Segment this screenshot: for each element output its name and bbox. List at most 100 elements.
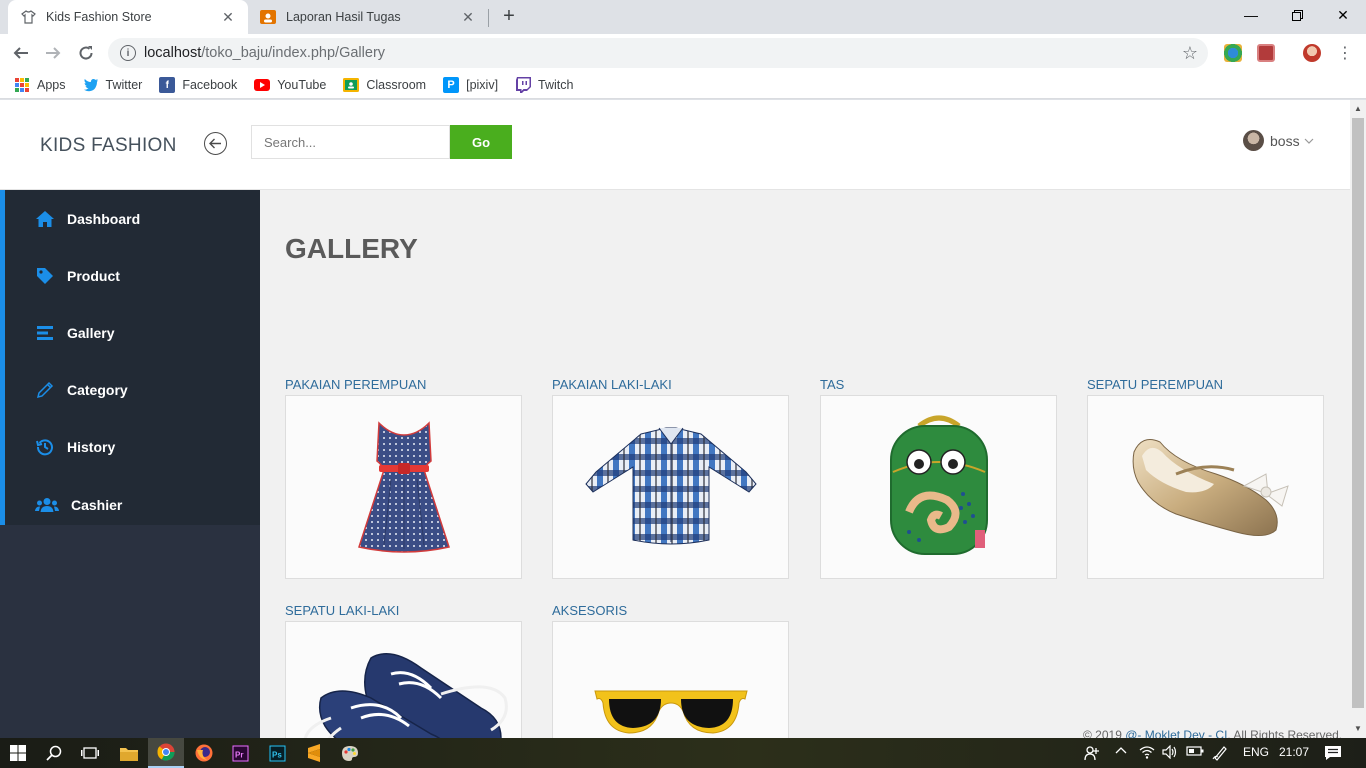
sidebar-item-label: Category — [67, 382, 128, 399]
browser-tab-active[interactable]: Kids Fashion Store ✕ — [8, 0, 248, 34]
sidebar-item-dashboard[interactable]: Dashboard — [5, 190, 260, 247]
language-indicator[interactable]: ENG — [1243, 745, 1269, 759]
gallery-image-sunglasses[interactable] — [552, 621, 789, 738]
tab-title: Kids Fashion Store — [46, 10, 152, 24]
youtube-icon — [254, 77, 271, 93]
profile-avatar-icon[interactable] — [1303, 44, 1321, 62]
tab-title: Laporan Hasil Tugas — [286, 10, 401, 24]
pen-ink-icon[interactable] — [1212, 745, 1228, 764]
gallery-item-tas[interactable]: TAS — [820, 377, 1058, 579]
gallery-item-label[interactable]: AKSESORIS — [552, 603, 790, 619]
new-tab-button[interactable]: + — [498, 5, 520, 29]
file-explorer-icon[interactable] — [111, 738, 147, 768]
gallery-item-label[interactable]: PAKAIAN LAKI-LAKI — [552, 377, 790, 393]
window-close-icon[interactable]: ✕ — [1320, 0, 1366, 30]
gallery-image-shirt[interactable] — [552, 395, 789, 579]
main-content: GALLERY PAKAIAN PEREMPUAN PAKAIAN LAKI-L… — [260, 190, 1350, 738]
gallery-image-dress[interactable] — [285, 395, 522, 579]
chrome-taskbar-icon[interactable] — [148, 738, 184, 768]
sidebar-item-gallery[interactable]: Gallery — [5, 304, 260, 361]
back-arrow-icon[interactable] — [8, 40, 34, 66]
gallery-item-label[interactable]: SEPATU LAKI-LAKI — [285, 603, 523, 619]
sidebar-item-product[interactable]: Product — [5, 247, 260, 304]
people-icon[interactable] — [1084, 745, 1100, 764]
photoshop-icon[interactable]: Ps — [259, 738, 295, 768]
bookmark-label: Facebook — [182, 78, 238, 92]
paint-icon[interactable] — [332, 738, 368, 768]
site-info-icon[interactable]: i — [120, 45, 136, 61]
page-scrollbar[interactable]: ▲ ▼ — [1350, 100, 1366, 738]
bookmark-classroom[interactable]: Classroom — [343, 77, 426, 93]
top-navbar: KIDS FASHION Go boss — [0, 100, 1350, 190]
gallery-image-girl-shoe[interactable] — [1087, 395, 1324, 579]
sidebar-item-label: History — [67, 439, 116, 456]
bookmarks-bar: Apps Twitter f Facebook YouTube Classroo… — [0, 72, 1366, 99]
gallery-item-sepatu-perempuan[interactable]: SEPATU PEREMPUAN — [1087, 377, 1325, 579]
gallery-item-label[interactable]: PAKAIAN PEREMPUAN — [285, 377, 523, 393]
forward-arrow-icon[interactable] — [40, 40, 66, 66]
scroll-down-arrow-icon[interactable]: ▼ — [1354, 724, 1362, 733]
battery-icon[interactable] — [1186, 745, 1204, 760]
windows-start-icon[interactable] — [0, 738, 36, 768]
bookmark-facebook[interactable]: f Facebook — [159, 77, 237, 93]
scroll-up-arrow-icon[interactable]: ▲ — [1354, 104, 1362, 113]
volume-icon[interactable] — [1162, 744, 1178, 762]
search-go-button[interactable]: Go — [450, 125, 512, 159]
firefox-icon[interactable] — [186, 738, 222, 768]
sidebar-item-cashier[interactable]: Cashier — [5, 476, 260, 533]
bookmark-apps[interactable]: Apps — [14, 77, 66, 93]
bookmark-star-icon[interactable]: ☆ — [1182, 43, 1198, 64]
reload-icon[interactable] — [73, 40, 99, 66]
restore-icon[interactable] — [1274, 0, 1320, 30]
bookmark-label: Twitter — [105, 78, 143, 92]
web-page: KIDS FASHION Go boss Dashboard — [0, 100, 1350, 738]
notifications-icon[interactable] — [1324, 745, 1342, 764]
history-icon — [34, 437, 56, 457]
page-footer: © 2019 @- Moklet Dev - CI. All Rights Re… — [1083, 728, 1342, 738]
bookmark-youtube[interactable]: YouTube — [254, 77, 326, 93]
home-icon — [34, 209, 56, 229]
gallery-item-sepatu-laki-laki[interactable]: SEPATU LAKI-LAKI — [285, 603, 523, 738]
address-bar[interactable]: i localhost/toko_baju/index.php/Gallery … — [108, 38, 1208, 68]
sidebar-item-label: Dashboard — [67, 210, 141, 227]
tab-close-icon[interactable]: ✕ — [460, 9, 476, 26]
wifi-icon[interactable] — [1139, 745, 1155, 762]
minimize-icon[interactable]: — — [1228, 0, 1274, 30]
gallery-item-label[interactable]: TAS — [820, 377, 1058, 393]
gallery-item-pakaian-laki-laki[interactable]: PAKAIAN LAKI-LAKI — [552, 377, 790, 579]
clock[interactable]: 21:07 — [1279, 745, 1309, 759]
task-view-icon[interactable] — [72, 738, 108, 768]
bookmark-twitter[interactable]: Twitter — [83, 77, 143, 93]
tab-close-icon[interactable]: ✕ — [220, 9, 236, 26]
browser-tab-inactive[interactable]: Laporan Hasil Tugas ✕ — [248, 0, 488, 34]
brand-logo-text[interactable]: KIDS FASHION — [40, 135, 177, 157]
gallery-image-backpack[interactable] — [820, 395, 1057, 579]
premiere-pro-icon[interactable]: Pr — [222, 738, 258, 768]
search-icon[interactable] — [36, 738, 72, 768]
gallery-item-label[interactable]: SEPATU PEREMPUAN — [1087, 377, 1325, 393]
sublime-text-icon[interactable] — [296, 738, 332, 768]
pdf-extension-icon[interactable] — [1257, 44, 1275, 62]
chrome-menu-icon[interactable]: ⋮ — [1332, 40, 1358, 66]
page-title: GALLERY — [285, 233, 418, 264]
bookmark-pixiv[interactable]: P [pixiv] — [443, 77, 498, 93]
svg-text:Ps: Ps — [272, 750, 282, 759]
sidebar-toggle-back-icon[interactable] — [204, 132, 227, 155]
apps-grid-icon — [14, 77, 30, 93]
gallery-item-pakaian-perempuan[interactable]: PAKAIAN PEREMPUAN — [285, 377, 523, 579]
footer-link[interactable]: @- Moklet Dev - CI — [1125, 728, 1227, 738]
gallery-image-sneakers[interactable] — [285, 621, 522, 738]
search-input[interactable] — [251, 125, 450, 159]
sidebar-item-label: Product — [67, 267, 120, 284]
gallery-item-aksesoris[interactable]: AKSESORIS — [552, 603, 790, 738]
url-text: localhost/toko_baju/index.php/Gallery — [144, 45, 386, 61]
sidebar-item-category[interactable]: Category — [5, 362, 260, 419]
windows-taskbar: Pr Ps ENG 21:07 — [0, 738, 1366, 768]
chevron-up-icon[interactable] — [1115, 745, 1127, 760]
sidebar-item-history[interactable]: History — [5, 419, 260, 476]
user-menu[interactable]: boss — [1243, 130, 1314, 151]
scrollbar-thumb[interactable] — [1352, 118, 1364, 708]
sidebar-menu: Dashboard Product Gallery Category Histo… — [0, 190, 260, 525]
bookmark-twitch[interactable]: Twitch — [515, 77, 573, 93]
globe-extension-icon[interactable] — [1224, 44, 1242, 62]
